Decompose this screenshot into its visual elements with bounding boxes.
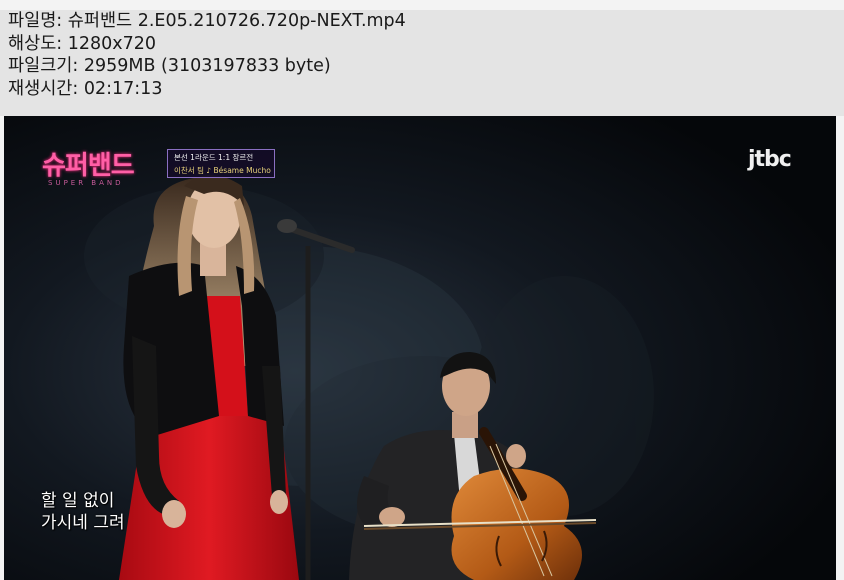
resolution-text: 해상도: 1280x720 <box>8 33 157 54</box>
episode-round-text: 본선 1라운드 1:1 장르전 <box>174 153 254 162</box>
video-frame: 슈퍼밴드 SUPER BAND 본선 1라운드 1:1 장르전 이찬서 팀 ♪ … <box>4 116 836 580</box>
episode-song-text: 이찬서 팀 ♪ Bésame Mucho <box>174 166 271 175</box>
subtitle-line-1: 할 일 없이 <box>41 491 115 511</box>
channel-logo: jtbc <box>748 147 792 172</box>
subtitle-line-2: 가시네 그려 <box>41 513 125 533</box>
file-info-panel: 파일명: 슈퍼밴드 2.E05.210726.720p-NEXT.mp4 해상도… <box>0 10 844 116</box>
video-subtitle: 할 일 없이 가시네 그려 <box>41 490 125 534</box>
show-logo: 슈퍼밴드 <box>42 151 135 181</box>
duration-text: 재생시간: 02:17:13 <box>8 78 163 99</box>
video-scene <box>4 116 836 580</box>
filename-text: 파일명: 슈퍼밴드 2.E05.210726.720p-NEXT.mp4 <box>8 11 406 31</box>
show-logo-subtitle: SUPER BAND <box>48 179 124 187</box>
filesize-text: 파일크기: 2959MB (3103197833 byte) <box>8 56 331 76</box>
episode-info-box: 본선 1라운드 1:1 장르전 이찬서 팀 ♪ Bésame Mucho <box>167 149 275 178</box>
